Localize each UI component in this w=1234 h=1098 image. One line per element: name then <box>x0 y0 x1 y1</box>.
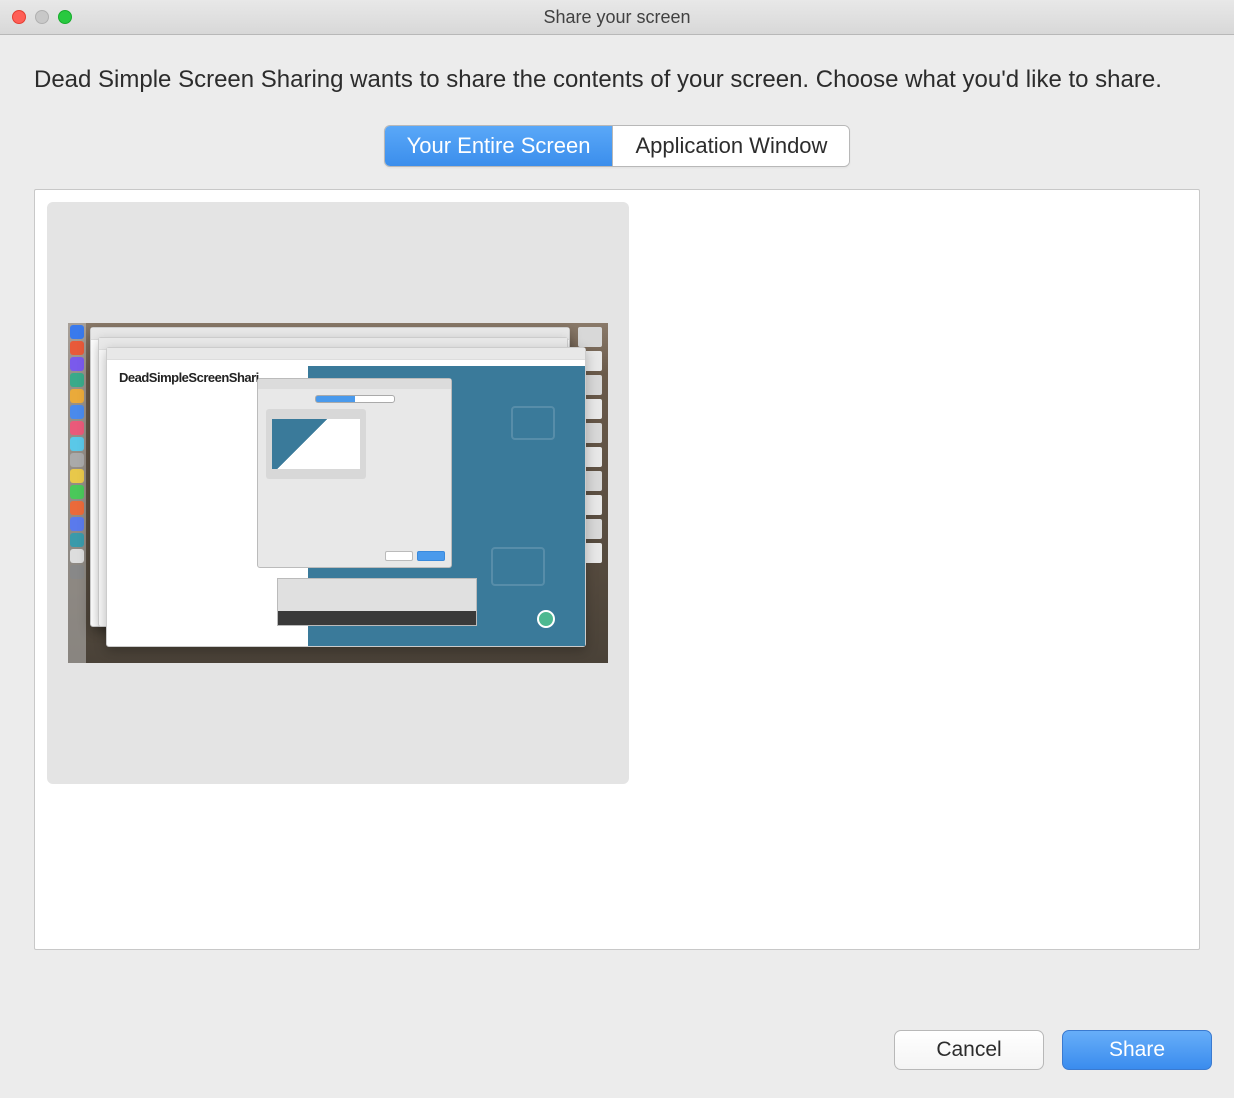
share-mode-tabs: Your Entire Screen Application Window <box>34 125 1200 167</box>
dock-preview <box>68 323 86 663</box>
dialog-description: Dead Simple Screen Sharing wants to shar… <box>34 63 1200 97</box>
close-window-button[interactable] <box>12 10 26 24</box>
tab-entire-screen[interactable]: Your Entire Screen <box>385 126 614 166</box>
maximize-window-button[interactable] <box>58 10 72 24</box>
titlebar: Share your screen <box>0 0 1234 35</box>
cancel-button[interactable]: Cancel <box>894 1030 1044 1070</box>
preview-app-title: DeadSimpleScreenShari <box>119 370 259 385</box>
screen-thumbnail[interactable]: DeadSimpleScreenShari <box>47 202 629 784</box>
dialog-footer: Cancel Share <box>0 1030 1234 1098</box>
window-title: Share your screen <box>543 7 690 28</box>
tab-application-window[interactable]: Application Window <box>613 126 849 166</box>
window-controls <box>12 10 72 24</box>
dialog-content: Dead Simple Screen Sharing wants to shar… <box>0 35 1234 1030</box>
preview-window-3: DeadSimpleScreenShari <box>106 347 586 647</box>
desktop-preview: DeadSimpleScreenShari <box>68 323 608 663</box>
record-indicator-icon <box>537 610 555 628</box>
minimize-window-button[interactable] <box>35 10 49 24</box>
share-button[interactable]: Share <box>1062 1030 1212 1070</box>
recursive-dialog-preview <box>257 378 452 568</box>
video-player-preview <box>277 578 477 626</box>
share-screen-dialog: Share your screen Dead Simple Screen Sha… <box>0 0 1234 1098</box>
preview-area: DeadSimpleScreenShari <box>34 189 1200 950</box>
